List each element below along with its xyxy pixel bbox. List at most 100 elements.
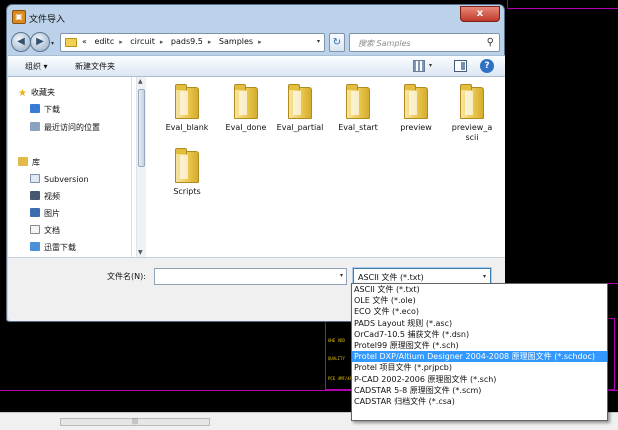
sidebar-item-label: 文档	[44, 226, 60, 235]
folder-icon	[404, 84, 428, 119]
background-border-line	[507, 8, 618, 9]
sidebar-item-thunder-download[interactable]: 迅雷下载	[30, 242, 76, 256]
refresh-button[interactable]: ↻	[329, 33, 345, 52]
filetype-option[interactable]: CADSTAR 归档文件 (*.csa)	[352, 396, 607, 407]
chevron-down-icon[interactable]: ▾	[340, 272, 343, 279]
scroll-down-arrow-icon[interactable]: ▼	[138, 249, 143, 256]
thunder-download-icon	[30, 242, 40, 251]
address-bar[interactable]: « editc ▸ circuit ▸ pads9.5 ▸ Samples ▸ ▾	[60, 33, 325, 52]
filetype-option[interactable]: Protel 项目文件 (*.prjpcb)	[352, 362, 607, 373]
download-folder-icon	[30, 104, 40, 113]
sidebar-item-label: 库	[32, 158, 40, 167]
background-tag: OHE VDD	[328, 338, 345, 343]
forward-button[interactable]: ▶	[30, 32, 50, 52]
breadcrumb: « editc ▸ circuit ▸ pads9.5 ▸ Samples ▸	[82, 37, 267, 46]
background-border-line	[507, 0, 508, 8]
sidebar-item-subversion[interactable]: Subversion	[30, 174, 89, 188]
filetype-option[interactable]: Protel99 原理图文件 (*.sch)	[352, 340, 607, 351]
filetype-dropdown-list: ASCII 文件 (*.txt) OLE 文件 (*.ole) ECO 文件 (…	[351, 283, 608, 421]
chevron-right-icon[interactable]: ▸	[119, 38, 123, 46]
navigation-pane: ★ 收藏夹 下载 最近访问的位置 库 Subversion 视频 图片 文档 迅雷…	[8, 77, 132, 257]
folder-item[interactable]: Eval_partial	[269, 84, 331, 133]
folder-item[interactable]: Eval_blank	[156, 84, 218, 133]
filetype-option[interactable]: PADS Layout 规则 (*.asc)	[352, 318, 607, 329]
filetype-option[interactable]: OrCad7-10.5 捕获文件 (*.dsn)	[352, 329, 607, 340]
search-box[interactable]: 搜索 Samples ⚲	[349, 33, 500, 52]
filetype-option[interactable]: P-CAD 2002-2006 原理图文件 (*.sch)	[352, 374, 607, 385]
sidebar-item-recent-places[interactable]: 最近访问的位置	[30, 122, 100, 136]
folder-item[interactable]: Eval_done	[215, 84, 277, 133]
document-icon	[30, 225, 40, 234]
filetype-option[interactable]: CADSTAR 5-8 原理图文件 (*.scm)	[352, 385, 607, 396]
scrollbar-thumb[interactable]: |||	[60, 418, 210, 426]
folder-icon	[65, 38, 77, 47]
sidebar-item-pictures[interactable]: 图片	[30, 208, 60, 222]
folder-name: Eval_blank	[165, 123, 209, 132]
new-folder-button[interactable]: 新建文件夹	[75, 61, 115, 72]
folder-name: Scripts	[173, 187, 201, 196]
filename-field[interactable]: ▾	[154, 268, 347, 285]
filetype-option[interactable]: ASCII 文件 (*.txt)	[352, 284, 607, 295]
folder-icon	[288, 84, 312, 119]
sidebar-item-favorites[interactable]: ★ 收藏夹	[18, 87, 55, 101]
breadcrumb-item[interactable]: editc	[94, 37, 114, 46]
folder-icon	[234, 84, 258, 119]
sidebar-item-documents[interactable]: 文档	[30, 225, 60, 239]
sidebar-item-label: 最近访问的位置	[44, 123, 100, 132]
chevron-down-icon[interactable]: ▾	[429, 62, 432, 69]
organize-button[interactable]: 组织 ▾	[25, 61, 48, 72]
folder-name: Eval_partial	[276, 123, 324, 132]
chevron-right-icon[interactable]: ▸	[208, 38, 212, 46]
breadcrumb-item[interactable]: circuit	[130, 37, 155, 46]
sidebar-item-label: 收藏夹	[30, 88, 55, 97]
scrollbar-thumb[interactable]	[138, 89, 145, 167]
folder-icon	[460, 84, 484, 119]
folder-icon	[175, 148, 199, 183]
back-button[interactable]: ◀	[11, 32, 31, 52]
folder-item[interactable]: preview_ascii	[441, 84, 503, 143]
sidebar-item-label: 视频	[44, 192, 60, 201]
star-icon: ★	[18, 88, 27, 99]
file-import-dialog: ▣ 文件导入 x ◀ ▶ ▾ « editc ▸ circuit ▸ pads9.5…	[6, 4, 505, 322]
close-button[interactable]: x	[460, 6, 500, 22]
sidebar-item-label: 下载	[44, 105, 60, 114]
navigation-bar: ◀ ▶ ▾ « editc ▸ circuit ▸ pads9.5 ▸ Samples…	[7, 29, 504, 55]
search-input[interactable]: 搜索 Samples	[358, 38, 411, 49]
title-bar[interactable]: ▣ 文件导入 x	[7, 5, 504, 29]
breadcrumb-item[interactable]: pads9.5	[171, 37, 203, 46]
chevron-right-icon[interactable]: ▸	[160, 38, 164, 46]
chevron-right-icon[interactable]: ▸	[258, 38, 262, 46]
folder-icon	[346, 84, 370, 119]
folder-name: preview_ascii	[451, 123, 493, 142]
breadcrumb-overflow[interactable]: «	[82, 37, 87, 46]
sidebar-item-videos[interactable]: 视频	[30, 191, 60, 205]
recent-locations-dropdown[interactable]: ▾	[51, 40, 59, 47]
dialog-body: ★ 收藏夹 下载 最近访问的位置 库 Subversion 视频 图片 文档 迅雷…	[8, 77, 505, 257]
video-icon	[30, 191, 40, 200]
filetype-option[interactable]: OLE 文件 (*.ole)	[352, 295, 607, 306]
chevron-down-icon[interactable]: ▾	[317, 38, 320, 45]
folder-name: Eval_done	[225, 123, 267, 132]
sidebar-item-label: 图片	[44, 209, 60, 218]
filetype-option-highlighted[interactable]: Protel DXP/Altium Designer 2004-2008 原理图…	[352, 351, 607, 363]
folder-item[interactable]: Eval_start	[327, 84, 389, 133]
folder-item[interactable]: preview	[385, 84, 447, 133]
background-tag: PCE 4MF/4A	[328, 376, 353, 381]
file-list: Eval_blank Eval_done Eval_partial Eval_s…	[150, 77, 505, 257]
preview-pane-icon[interactable]	[454, 60, 467, 72]
recent-places-icon	[30, 122, 40, 131]
folder-item[interactable]: Scripts	[156, 148, 218, 197]
navigation-scrollbar[interactable]: ▲ ▼	[136, 77, 146, 257]
scroll-up-arrow-icon[interactable]: ▲	[138, 78, 143, 85]
chevron-down-icon[interactable]: ▾	[483, 273, 486, 280]
breadcrumb-item[interactable]: Samples	[219, 37, 253, 46]
library-icon	[18, 157, 28, 166]
sidebar-item-downloads[interactable]: 下载	[30, 104, 60, 118]
change-view-icon[interactable]	[413, 60, 425, 72]
filetype-option[interactable]: ECO 文件 (*.eco)	[352, 306, 607, 317]
help-icon[interactable]: ?	[480, 59, 494, 73]
sidebar-item-libraries[interactable]: 库	[18, 157, 40, 171]
sidebar-item-label: Subversion	[44, 175, 89, 184]
sidebar-item-label: 迅雷下载	[44, 243, 76, 252]
search-icon[interactable]: ⚲	[487, 37, 494, 48]
